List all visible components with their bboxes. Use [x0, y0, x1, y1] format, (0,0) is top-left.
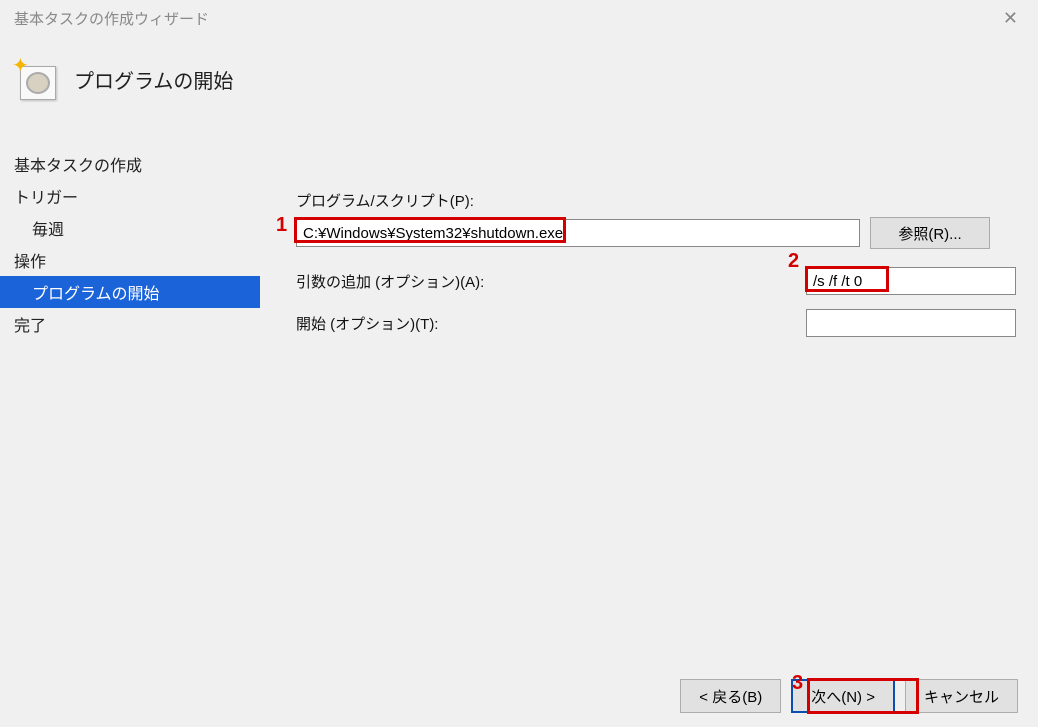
form-row-program: プログラム/スクリプト(P): 参照(R)... — [296, 190, 1016, 249]
wizard-icon: ✦ — [14, 58, 56, 100]
form-area: プログラム/スクリプト(P): 参照(R)... 引数の追加 (オプション)(A… — [296, 190, 1016, 351]
window-title: 基本タスクの作成ウィザード — [14, 8, 209, 29]
program-label: プログラム/スクリプト(P): — [296, 190, 474, 211]
cancel-button[interactable]: キャンセル — [905, 679, 1018, 713]
sidebar-item-startprogram[interactable]: プログラムの開始 — [0, 276, 260, 308]
page-title: プログラムの開始 — [74, 65, 233, 94]
args-input[interactable] — [806, 267, 1016, 295]
wizard-header: ✦ プログラムの開始 — [0, 36, 1038, 126]
form-row-startin: 開始 (オプション)(T): — [296, 309, 1016, 337]
wizard-footer: < 戻る(B) 次へ(N) > キャンセル — [680, 679, 1018, 713]
titlebar: 基本タスクの作成ウィザード ✕ — [0, 0, 1038, 36]
wizard-sidebar: 基本タスクの作成 トリガー 毎週 操作 プログラムの開始 完了 — [0, 148, 260, 340]
form-row-args: 引数の追加 (オプション)(A): — [296, 267, 1016, 295]
sidebar-item-basictask[interactable]: 基本タスクの作成 — [0, 148, 260, 180]
args-label: 引数の追加 (オプション)(A): — [296, 271, 696, 292]
startin-label: 開始 (オプション)(T): — [296, 313, 696, 334]
back-button[interactable]: < 戻る(B) — [680, 679, 781, 713]
sidebar-item-finish[interactable]: 完了 — [0, 308, 260, 340]
startin-input[interactable] — [806, 309, 1016, 337]
annotation-marker-1: 1 — [276, 214, 287, 237]
close-icon[interactable]: ✕ — [995, 4, 1026, 33]
sidebar-item-weekly[interactable]: 毎週 — [0, 212, 260, 244]
next-button[interactable]: 次へ(N) > — [791, 679, 895, 713]
program-input[interactable] — [296, 219, 860, 247]
sidebar-item-action[interactable]: 操作 — [0, 244, 260, 276]
browse-button[interactable]: 参照(R)... — [870, 217, 990, 249]
sidebar-item-trigger[interactable]: トリガー — [0, 180, 260, 212]
